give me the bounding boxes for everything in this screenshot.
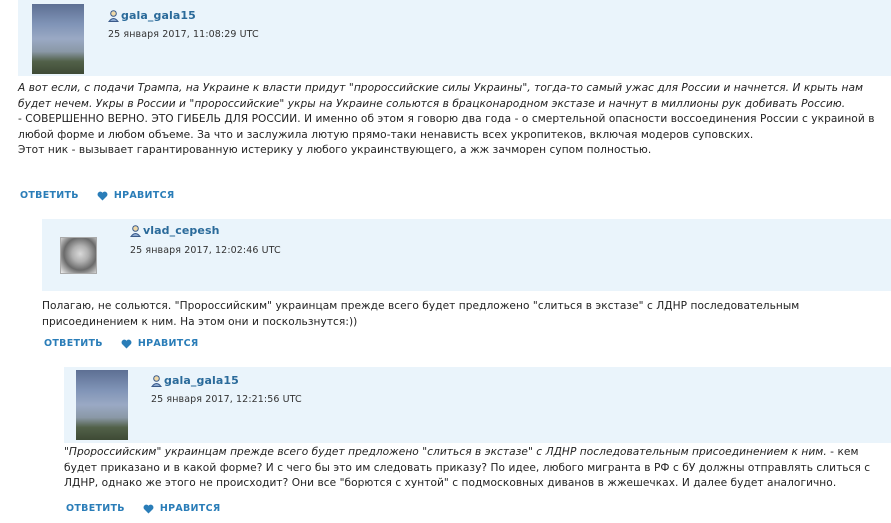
comment-date[interactable]: 25 января 2017, 12:02:46 UTC xyxy=(130,245,281,256)
comment-header: gala_gala15 25 января 2017, 11:08:29 UTC xyxy=(18,0,891,76)
user-info: gala_gala15 xyxy=(108,9,196,22)
comment-header: gala_gala15 25 января 2017, 12:21:56 UTC xyxy=(64,367,891,443)
comment-date[interactable]: 25 января 2017, 12:21:56 UTC xyxy=(151,394,302,405)
user-icon xyxy=(151,374,162,387)
like-button[interactable]: НРАВИТСЯ xyxy=(121,338,199,349)
comment: gala_gala15 25 января 2017, 12:21:56 UTC… xyxy=(64,367,891,523)
comment-paragraph: Этот ник - вызывает гарантированную исте… xyxy=(18,144,652,156)
username-link[interactable]: vlad_cepesh xyxy=(143,224,220,237)
reply-button[interactable]: ОТВЕТИТЬ xyxy=(44,338,103,349)
quoted-text: А вот если, с подачи Трампа, на Украине … xyxy=(18,82,864,110)
comment-date[interactable]: 25 января 2017, 11:08:29 UTC xyxy=(108,29,259,40)
like-label: НРАВИТСЯ xyxy=(159,503,221,514)
username-link[interactable]: gala_gala15 xyxy=(121,9,196,22)
username-link[interactable]: gala_gala15 xyxy=(164,374,239,387)
reply-button[interactable]: ОТВЕТИТЬ xyxy=(20,190,79,201)
comment-actions: ОТВЕТИТЬ НРАВИТСЯ xyxy=(66,503,220,514)
comment-body: Полагаю, не сольются. "Пророссийским" ук… xyxy=(42,299,877,330)
comment: gala_gala15 25 января 2017, 11:08:29 UTC… xyxy=(18,0,891,205)
avatar[interactable] xyxy=(76,370,128,440)
comment-body: "Пророссийским" украинцам прежде всего б… xyxy=(64,445,881,492)
comment-actions: ОТВЕТИТЬ НРАВИТСЯ xyxy=(20,190,174,201)
comment-paragraph: "Пророссийским" украинцам прежде всего б… xyxy=(64,445,881,492)
quoted-text: "Пророссийским" украинцам прежде всего б… xyxy=(64,446,827,458)
user-icon xyxy=(130,224,141,237)
comment-body: А вот если, с подачи Трампа, на Украине … xyxy=(18,81,877,159)
reply-button[interactable]: ОТВЕТИТЬ xyxy=(66,503,125,514)
comment-header: vlad_cepesh 25 января 2017, 12:02:46 UTC xyxy=(42,219,891,291)
avatar[interactable] xyxy=(32,4,84,74)
heart-icon xyxy=(143,504,154,514)
comment-actions: ОТВЕТИТЬ НРАВИТСЯ xyxy=(44,338,198,349)
user-icon xyxy=(108,9,119,22)
like-button[interactable]: НРАВИТСЯ xyxy=(97,190,175,201)
heart-icon xyxy=(121,339,132,349)
avatar[interactable] xyxy=(60,237,97,274)
user-info: gala_gala15 xyxy=(151,374,239,387)
user-info: vlad_cepesh xyxy=(130,224,220,237)
like-button[interactable]: НРАВИТСЯ xyxy=(143,503,221,514)
comment-paragraph: Полагаю, не сольются. "Пророссийским" ук… xyxy=(42,300,800,328)
heart-icon xyxy=(97,191,108,201)
comment: vlad_cepesh 25 января 2017, 12:02:46 UTC… xyxy=(42,219,891,355)
like-label: НРАВИТСЯ xyxy=(113,190,175,201)
like-label: НРАВИТСЯ xyxy=(137,338,199,349)
comment-paragraph: - СОВЕРШЕННО ВЕРНО. ЭТО ГИБЕЛЬ ДЛЯ РОССИ… xyxy=(18,113,875,141)
